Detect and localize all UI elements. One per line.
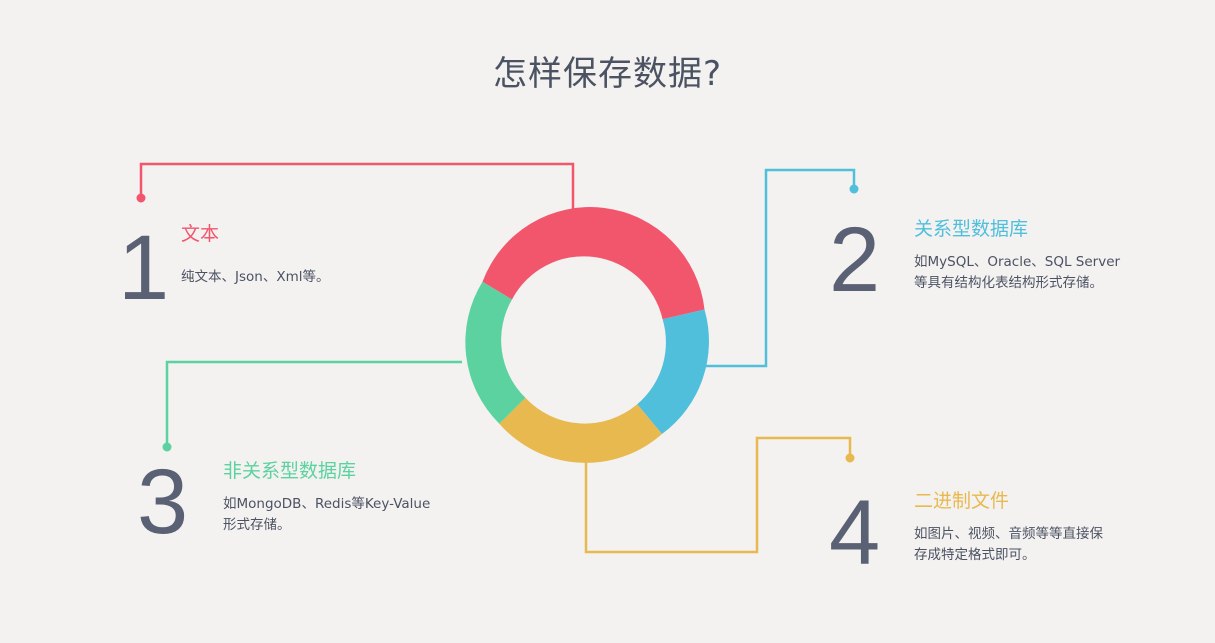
item-1-number: 1 (118, 217, 170, 319)
item-4-desc-line: 如图片、视频、音频等等直接保 (914, 526, 1103, 542)
item-2-number: 2 (829, 209, 881, 311)
donut-ring (465, 207, 709, 463)
item-3-description: 如MongoDB、Redis等Key-Value 形式存储。 (223, 494, 430, 536)
item-2-heading: 关系型数据库 (914, 218, 1029, 240)
ring-segment-yellow (499, 397, 662, 463)
connector-dot-2 (849, 184, 859, 194)
item-2-desc-line: 等具有结构化表结构形式存储。 (914, 275, 1103, 291)
connector-dot-1 (136, 193, 146, 203)
item-3-desc-line: 如MongoDB、Redis等Key-Value (223, 496, 431, 512)
connector-3 (165, 360, 462, 447)
item-4-desc-line: 存成特定格式即可。 (914, 547, 1036, 563)
item-4-heading: 二进制文件 (914, 490, 1010, 512)
connector-dot-4 (845, 453, 855, 463)
ring-segment-blue (637, 309, 709, 434)
item-4-number: 4 (829, 482, 881, 584)
item-2-description: 如MySQL、Oracle、SQL Server 等具有结构化表结构形式存储。 (914, 252, 1120, 294)
item-1-heading: 文本 (181, 223, 220, 245)
item-4-description: 如图片、视频、音频等等直接保 存成特定格式即可。 (914, 524, 1103, 566)
ring-segment-green (465, 281, 526, 424)
connector-1 (139, 162, 575, 212)
item-3-number: 3 (137, 451, 189, 553)
item-3-desc-line: 形式存储。 (223, 517, 291, 533)
item-1-description: 纯文本、Json、Xml等。 (181, 267, 329, 288)
ring-segment-red (482, 207, 705, 320)
item-3-heading: 非关系型数据库 (223, 460, 357, 482)
item-1-desc-line: 纯文本、Json、Xml等。 (181, 269, 330, 285)
item-2-desc-line: 如MySQL、Oracle、SQL Server (914, 254, 1121, 270)
